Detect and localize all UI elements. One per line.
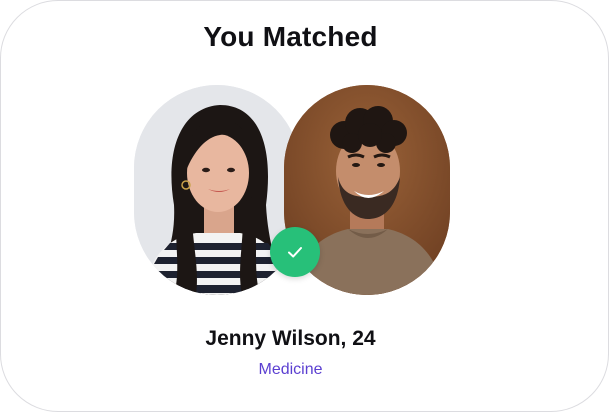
match-profession: Medicine [258, 361, 323, 378]
match-card: You Matched Jenny Wilson, 24 Medicine [0, 0, 609, 412]
page-title: You Matched [203, 21, 378, 52]
match-name: Jenny Wilson, 24 [205, 327, 376, 350]
check-icon [288, 247, 302, 258]
match-check-badge [270, 227, 320, 277]
